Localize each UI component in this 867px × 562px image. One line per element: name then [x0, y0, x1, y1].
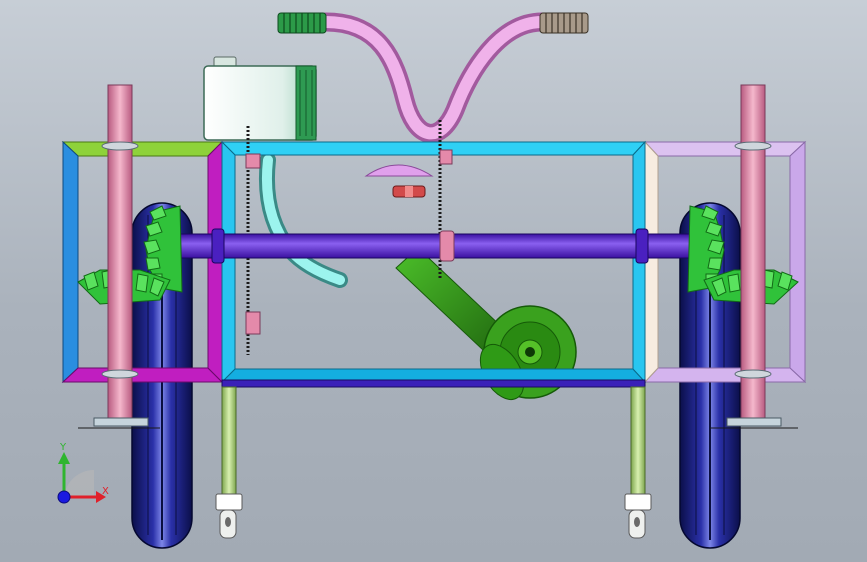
coordinate-triad: [57, 452, 106, 504]
right-stand[interactable]: [624, 386, 652, 539]
right-grip[interactable]: [539, 12, 589, 34]
left-grip[interactable]: [277, 12, 327, 34]
y-axis-label: Y: [60, 442, 67, 453]
left-stand[interactable]: [215, 386, 243, 539]
cad-viewport[interactable]: Y X: [0, 0, 867, 562]
seat-mount: [364, 164, 434, 198]
coolant-hose: [258, 152, 348, 288]
assembly-model[interactable]: [0, 0, 867, 562]
main-axle[interactable]: [149, 228, 716, 264]
z-axis-dot: [57, 490, 71, 504]
handlebar[interactable]: [277, 12, 589, 143]
x-axis-label: X: [102, 486, 109, 497]
fuel-tank[interactable]: [203, 56, 317, 141]
